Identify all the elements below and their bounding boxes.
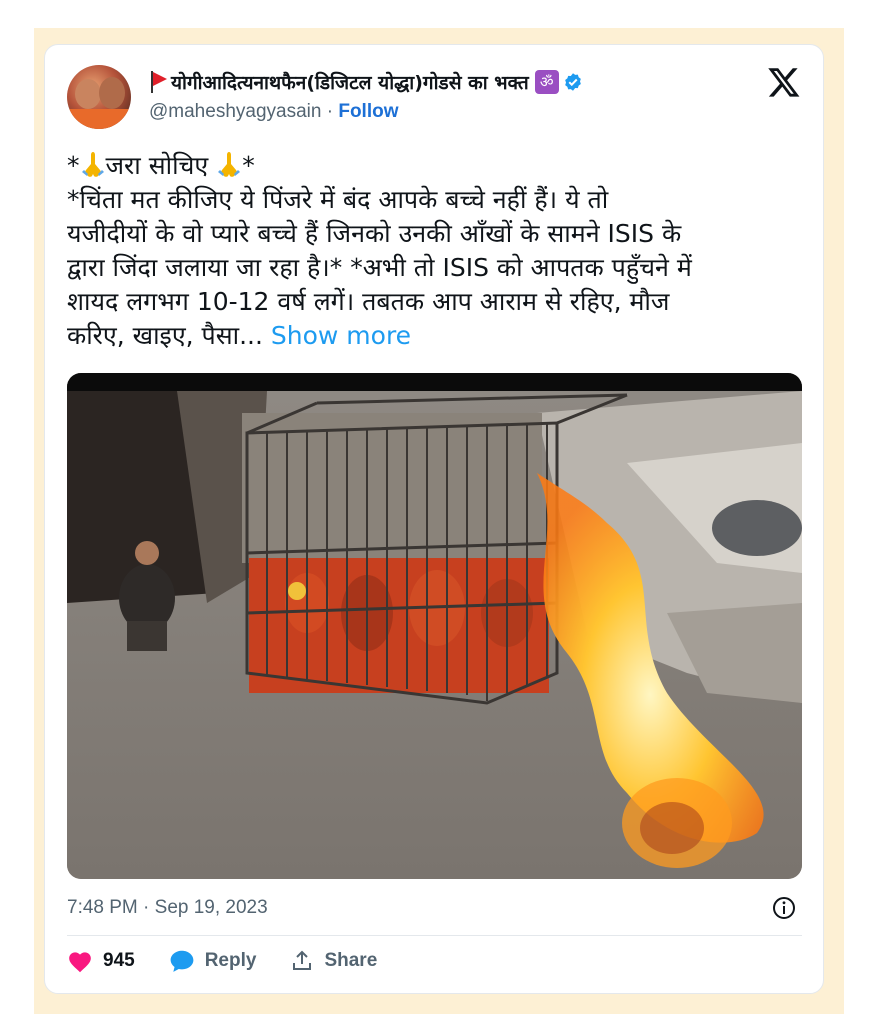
red-flag-icon: [149, 71, 167, 93]
display-name[interactable]: योगीआदित्यनाथफैन(डिजिटल योद्धा)गोडसे का …: [171, 69, 529, 95]
tweet-timestamp[interactable]: 7:48 PM · Sep 19, 2023: [67, 897, 268, 919]
action-bar: 945 Reply Share: [67, 949, 411, 973]
like-count: 945: [103, 950, 135, 971]
heart-icon: [69, 952, 91, 973]
reply-label: Reply: [204, 950, 257, 971]
speech-bubble-icon: [170, 950, 194, 972]
avatar[interactable]: [67, 65, 131, 129]
om-badge: ॐ: [534, 70, 559, 94]
info-icon[interactable]: [771, 895, 797, 921]
handle-row: @maheshyagyasain · Follow: [149, 101, 399, 123]
text-line-3: यजीदीयों के वो प्यारे बच्चे हैं जिनको उन…: [67, 219, 682, 248]
reply-button[interactable]: Reply: [169, 949, 257, 973]
handle[interactable]: @maheshyagyasain: [149, 101, 321, 122]
tweet-photo[interactable]: [67, 373, 802, 879]
share-icon: [293, 950, 312, 970]
text-line-1: * जरा सोचिए *: [67, 151, 255, 180]
author-name-row[interactable]: योगीआदित्यनाथफैन(डिजिटल योद्धा)गोडसे का …: [149, 69, 583, 95]
verified-badge-icon: [564, 73, 581, 91]
tweet-text: * जरा सोचिए * *चिंता मत कीजिए ये पिंजरे म…: [67, 149, 797, 353]
follow-button[interactable]: Follow: [338, 101, 398, 122]
text-line-2: *चिंता मत कीजिए ये पिंजरे में बंद आपके ब…: [67, 185, 609, 214]
separator: ·: [321, 101, 339, 122]
text-line-5: शायद लगभग 10-12 वर्ष लगें। तबतक आप आराम …: [67, 287, 670, 316]
folded-hands-icon: [81, 152, 104, 177]
x-logo-icon[interactable]: [767, 65, 801, 99]
text-line-4: द्वारा जिंदा जलाया जा रहा है।* *अभी तो I…: [67, 253, 692, 282]
show-more-link[interactable]: Show more: [271, 321, 411, 350]
text-line-6: करिए, खाइए, पैसा... Show more: [67, 321, 412, 350]
share-button[interactable]: Share: [290, 949, 377, 973]
divider: [67, 935, 802, 936]
tweet-card: योगीआदित्यनाथफैन(डिजिटल योद्धा)गोडसे का …: [44, 44, 824, 994]
like-button[interactable]: 945: [67, 949, 135, 973]
share-label: Share: [324, 950, 378, 971]
folded-hands-icon: [218, 152, 241, 177]
